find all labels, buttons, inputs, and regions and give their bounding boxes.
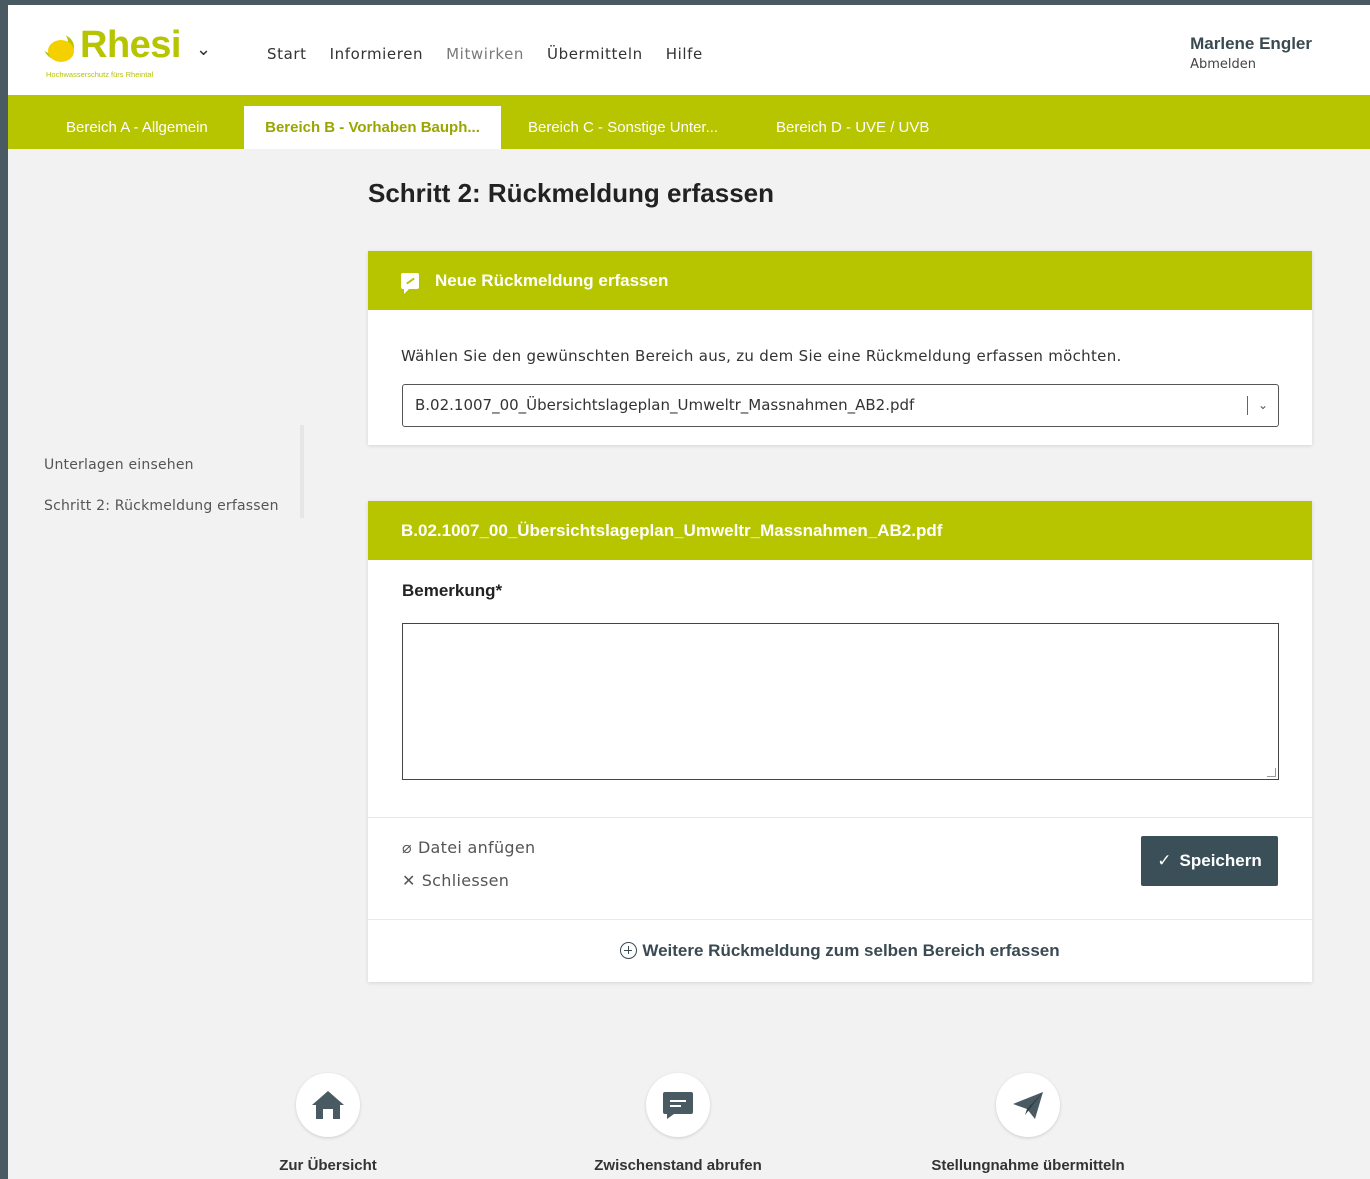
sidenav-item-unterlagen[interactable]: Unterlagen einsehen: [44, 457, 194, 473]
comment-edit-icon: [401, 272, 419, 294]
tab-bereich-b[interactable]: Bereich B - Vorhaben Bauph...: [244, 106, 501, 149]
area-select-value: B.02.1007_00_Übersichtslageplan_Umweltr_…: [415, 396, 915, 414]
form-actions: ⌀ Datei anfügen ✕ Schliessen ✓ Speichern: [368, 817, 1312, 919]
close-label: Schliessen: [421, 871, 510, 890]
user-name: Marlene Engler: [1190, 34, 1312, 53]
new-feedback-title: Neue Rückmeldung erfassen: [435, 270, 669, 290]
nav-item-mitwirken[interactable]: Mitwirken: [446, 45, 524, 63]
chevron-down-icon[interactable]: ⌄: [1258, 385, 1268, 426]
overview-label: Zur Übersicht: [279, 1157, 377, 1174]
nav-item-hilfe[interactable]: Hilfe: [666, 45, 703, 63]
sidenav-item-schritt-2[interactable]: Schritt 2: Rückmeldung erfassen: [44, 498, 279, 514]
submit-action[interactable]: Stellungnahme übermitteln: [918, 1073, 1138, 1174]
add-more-feedback-label: Weitere Rückmeldung zum selben Bereich e…: [642, 940, 1060, 960]
feedback-form-title: B.02.1007_00_Übersichtslageplan_Umweltr_…: [401, 520, 943, 540]
save-button[interactable]: ✓ Speichern: [1141, 836, 1278, 886]
tab-bereich-d[interactable]: Bereich D - UVE / UVB: [776, 106, 929, 149]
save-label: Speichern: [1179, 851, 1262, 870]
check-icon: ✓: [1157, 851, 1172, 870]
section-tabs: Bereich A - Allgemein Bereich B - Vorhab…: [8, 95, 1370, 149]
main-nav: Start Informieren Mitwirken Übermitteln …: [267, 45, 703, 63]
brand-tagline: Hochwasserschutz fürs Rheintal: [46, 70, 154, 79]
home-icon[interactable]: [296, 1073, 360, 1137]
interim-action[interactable]: Zwischenstand abrufen: [568, 1073, 788, 1174]
feedback-form-header: B.02.1007_00_Übersichtslageplan_Umweltr_…: [368, 501, 1312, 560]
select-separator: [1247, 396, 1248, 415]
plus-circle-icon: [620, 942, 638, 959]
logo-mark-icon: [40, 30, 74, 62]
page: Rhesi ⌄ Hochwasserschutz fürs Rheintal S…: [8, 5, 1370, 1179]
overview-action[interactable]: Zur Übersicht: [218, 1073, 438, 1174]
nav-item-uebermitteln[interactable]: Übermitteln: [547, 45, 643, 63]
page-title: Schritt 2: Rückmeldung erfassen: [368, 178, 774, 208]
add-more-feedback-link[interactable]: Weitere Rückmeldung zum selben Bereich e…: [368, 919, 1312, 981]
tab-bereich-a[interactable]: Bereich A - Allgemein: [66, 106, 208, 149]
user-menu: Marlene Engler Abmelden: [1190, 34, 1312, 72]
attach-file-link[interactable]: ⌀ Datei anfügen: [402, 838, 535, 857]
remark-textarea[interactable]: [402, 623, 1279, 780]
comment-icon[interactable]: [646, 1073, 710, 1137]
nav-item-informieren[interactable]: Informieren: [330, 45, 423, 63]
paperclip-icon: ⌀: [402, 838, 412, 857]
feedback-form-card: B.02.1007_00_Übersichtslageplan_Umweltr_…: [368, 501, 1312, 982]
interim-label: Zwischenstand abrufen: [594, 1157, 762, 1174]
logout-link[interactable]: Abmelden: [1190, 57, 1312, 72]
submit-label: Stellungnahme übermitteln: [931, 1157, 1125, 1174]
close-link[interactable]: ✕ Schliessen: [402, 871, 509, 890]
top-bar: Rhesi ⌄ Hochwasserschutz fürs Rheintal S…: [8, 5, 1370, 95]
new-feedback-header: Neue Rückmeldung erfassen: [368, 251, 1312, 310]
remark-label: Bemerkung*: [402, 581, 503, 600]
brand-name: Rhesi: [80, 24, 181, 66]
attach-file-label: Datei anfügen: [417, 838, 536, 857]
new-feedback-card: Neue Rückmeldung erfassen Wählen Sie den…: [368, 251, 1312, 445]
area-prompt: Wählen Sie den gewünschten Bereich aus, …: [401, 347, 1122, 365]
chevron-down-icon[interactable]: ⌄: [196, 39, 211, 60]
area-select[interactable]: B.02.1007_00_Übersichtslageplan_Umweltr_…: [402, 384, 1279, 427]
paper-plane-icon[interactable]: [996, 1073, 1060, 1137]
brand-logo[interactable]: Rhesi ⌄ Hochwasserschutz fürs Rheintal: [40, 24, 234, 85]
close-icon: ✕: [402, 871, 416, 890]
nav-item-start[interactable]: Start: [267, 45, 307, 63]
side-nav: Unterlagen einsehen Schritt 2: Rückmeldu…: [44, 425, 304, 518]
tab-bereich-c[interactable]: Bereich C - Sonstige Unter...: [528, 106, 718, 149]
